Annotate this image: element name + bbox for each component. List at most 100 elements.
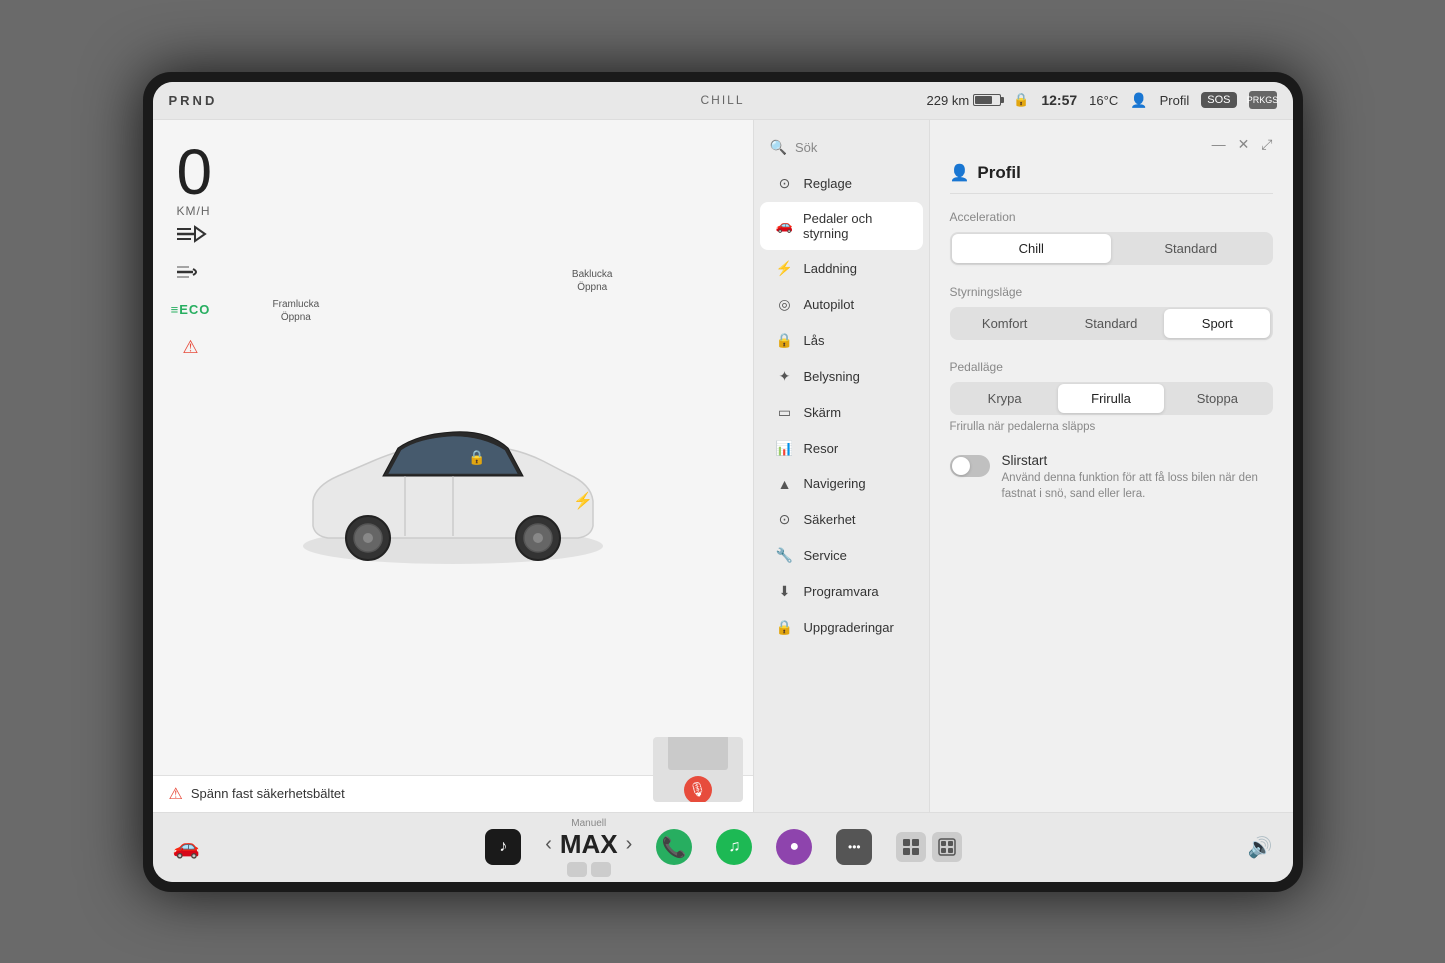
screen-inner: PRND CHILL 229 km 🔒 12:57 16°C 👤 Profil …	[153, 82, 1293, 882]
uppgraderingar-label: Uppgraderingar	[804, 620, 894, 635]
more-app-icon[interactable]: •••	[836, 829, 872, 865]
taskbar-center: ♪ Manuell ‹ MAX ›	[220, 818, 1228, 877]
pedaler-label: Pedaler och styrning	[803, 211, 907, 241]
car-taskbar-icon[interactable]: 🚗	[173, 834, 200, 860]
menu-item-skarm[interactable]: ▭ Skärm	[760, 395, 923, 430]
search-icon: 🔍	[770, 139, 787, 156]
menu-item-navigering[interactable]: ▲ Navigering	[760, 467, 923, 501]
right-panel: 🔍 Sök ⊙ Reglage 🚗 Pedaler och styrning ⚡	[753, 120, 1293, 812]
gear-display: Manuell ‹ MAX ›	[545, 818, 632, 877]
frirulla-note: Frirulla när pedalerna släpps	[950, 421, 1273, 433]
mic-button[interactable]: 🎙	[684, 776, 712, 802]
temp-display: 16°C	[1089, 93, 1118, 108]
profile-label-top: Profil	[1160, 93, 1190, 108]
settings-panel: — ✕ ⤢ 👤 Profil Acceleration Chill	[929, 120, 1293, 812]
car-image-area: Framlucka Öppna Baklucka Öppna	[153, 218, 753, 775]
menu-item-uppgraderingar[interactable]: 🔒 Uppgraderingar	[760, 610, 923, 645]
car-illustration: ⚡ 🔒	[283, 396, 623, 596]
styrningslage-section: Styrningsläge Komfort Standard Sport	[950, 285, 1273, 340]
battery-bar	[973, 94, 1001, 106]
settings-top-actions: — ✕ ⤢	[950, 136, 1273, 153]
navigering-icon: ▲	[776, 476, 794, 492]
standard-accel-button[interactable]: Standard	[1111, 234, 1271, 263]
menu-item-reglage[interactable]: ⊙ Reglage	[760, 166, 923, 201]
slirstart-toggle[interactable]	[950, 455, 990, 477]
menu-item-autopilot[interactable]: ◎ Autopilot	[760, 287, 923, 322]
autopilot-label: Autopilot	[804, 297, 855, 312]
styrningslage-button-group: Komfort Standard Sport	[950, 307, 1273, 340]
resor-icon: 📊	[776, 440, 794, 457]
frirulla-button[interactable]: Frirulla	[1058, 384, 1164, 413]
las-label: Lås	[804, 333, 825, 348]
menu-item-service[interactable]: 🔧 Service	[760, 538, 923, 573]
search-label: Sök	[795, 140, 817, 155]
gear-label: Manuell	[571, 818, 606, 829]
menu-item-laddning[interactable]: ⚡ Laddning	[760, 251, 923, 286]
arrow-left[interactable]: ‹	[545, 833, 552, 856]
acceleration-label: Acceleration	[950, 210, 1273, 224]
phone-app-icon[interactable]: 📞	[656, 829, 692, 865]
volume-icon[interactable]: 🔊	[1248, 835, 1273, 860]
close-settings-icon[interactable]: ✕	[1238, 136, 1250, 153]
speed-unit: KM/H	[177, 204, 733, 218]
slirstart-label: Slirstart	[1002, 453, 1273, 468]
pedallage-section: Pedalläge Krypa Frirulla Stoppa Frirulla…	[950, 360, 1273, 433]
slirstart-section: Slirstart Använd denna funktion för att …	[950, 453, 1273, 502]
search-item[interactable]: 🔍 Sök	[754, 130, 929, 165]
menu-item-resor[interactable]: 📊 Resor	[760, 431, 923, 466]
sport-button[interactable]: Sport	[1164, 309, 1270, 338]
time-display: 12:57	[1041, 92, 1077, 108]
car-view: 0 KM/H	[153, 120, 753, 812]
menu-item-sakerhet[interactable]: ⊙ Säkerhet	[760, 502, 923, 537]
music-app-icon[interactable]: ♪	[485, 829, 521, 865]
avatar-badge: PRKGS	[1249, 91, 1277, 109]
menu-item-belysning[interactable]: ✦ Belysning	[760, 359, 923, 394]
spotify-app-icon[interactable]: ♫	[716, 829, 752, 865]
apps-grid-icon[interactable]	[896, 832, 926, 862]
svg-text:⚡: ⚡	[573, 491, 593, 510]
pedallage-button-group: Krypa Frirulla Stoppa	[950, 382, 1273, 415]
komfort-button[interactable]: Komfort	[952, 309, 1058, 338]
media-icon[interactable]	[932, 832, 962, 862]
sos-badge[interactable]: SOS	[1201, 92, 1236, 108]
sakerhet-label: Säkerhet	[804, 512, 856, 527]
sakerhet-icon: ⊙	[776, 511, 794, 528]
battery-info: 229 km	[927, 93, 1002, 108]
laddning-label: Laddning	[804, 261, 858, 276]
expand-icon[interactable]: ⤢	[1261, 136, 1272, 153]
svg-text:🔒: 🔒	[468, 449, 485, 466]
arrow-right[interactable]: ›	[626, 833, 633, 856]
krypa-button[interactable]: Krypa	[952, 384, 1058, 413]
menu-item-las[interactable]: 🔒 Lås	[760, 323, 923, 358]
navigering-label: Navigering	[804, 476, 866, 491]
menu-item-programvara[interactable]: ⬇ Programvara	[760, 574, 923, 609]
settings-profile-icon: 👤	[950, 163, 970, 183]
reglage-icon: ⊙	[776, 175, 794, 192]
stoppa-button[interactable]: Stoppa	[1164, 384, 1270, 413]
status-bar: PRND CHILL 229 km 🔒 12:57 16°C 👤 Profil …	[153, 82, 1293, 120]
standard-styr-button[interactable]: Standard	[1058, 309, 1164, 338]
profile-icon-top: 👤	[1130, 92, 1147, 109]
minimize-icon[interactable]: —	[1212, 136, 1226, 153]
prnd-display: PRND	[169, 93, 218, 108]
lock-icon: 🔒	[1013, 92, 1029, 108]
settings-header: 👤 Profil	[950, 163, 1273, 194]
alert-icon: ⚠	[169, 784, 183, 804]
belysning-icon: ✦	[776, 368, 794, 385]
alert-text: Spänn fast säkerhetsbältet	[191, 786, 345, 801]
uppgraderingar-icon: 🔒	[776, 619, 794, 636]
acceleration-button-group: Chill Standard	[950, 232, 1273, 265]
more-icon: •••	[848, 840, 861, 854]
screen-outer: PRND CHILL 229 km 🔒 12:57 16°C 👤 Profil …	[143, 72, 1303, 892]
service-label: Service	[804, 548, 847, 563]
phone-icon: 📞	[662, 835, 687, 860]
taskbar: 🚗 ♪ Manuell ‹ MAX ›	[153, 812, 1293, 882]
battery-km: 229 km	[927, 93, 970, 108]
main-area: 0 KM/H	[153, 120, 1293, 812]
small-icons-row	[896, 832, 962, 862]
acceleration-section: Acceleration Chill Standard	[950, 210, 1273, 265]
menu-item-pedaler[interactable]: 🚗 Pedaler och styrning	[760, 202, 923, 250]
chill-button[interactable]: Chill	[952, 234, 1112, 263]
camera-app-icon[interactable]: ●	[776, 829, 812, 865]
spotify-icon: ♫	[728, 838, 740, 856]
